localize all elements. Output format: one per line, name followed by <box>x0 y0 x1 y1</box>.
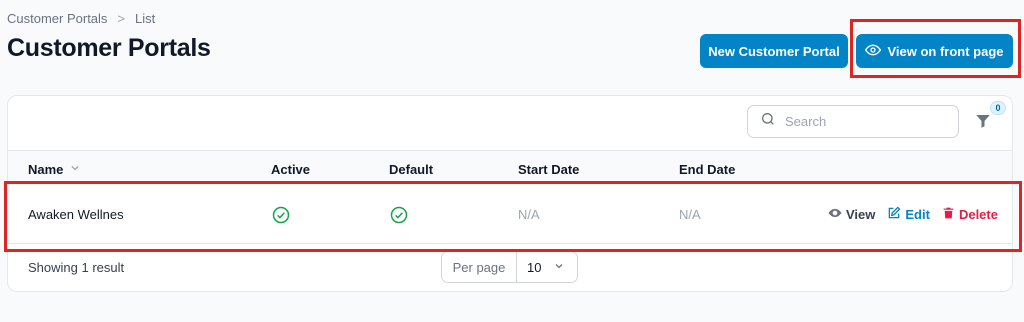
breadcrumb-item-customer-portals[interactable]: Customer Portals <box>7 11 107 26</box>
table-header: Name Active Default Start Date End Date <box>8 150 1012 184</box>
highlight-box-front-page-button <box>850 19 1021 78</box>
chevron-down-icon <box>553 260 565 275</box>
column-header-start-date: Start Date <box>518 162 580 177</box>
search-input[interactable] <box>785 114 935 129</box>
column-header-name-label: Name <box>28 162 64 177</box>
page-title: Customer Portals <box>7 34 211 62</box>
new-customer-portal-button[interactable]: New Customer Portal <box>700 34 848 68</box>
filter-count-badge: 0 <box>990 101 1006 115</box>
search-box[interactable] <box>747 105 959 138</box>
per-page-select[interactable]: Per page 10 <box>441 251 578 283</box>
column-header-active: Active <box>271 162 311 177</box>
per-page-label: Per page <box>442 252 517 282</box>
results-summary: Showing 1 result <box>28 260 125 275</box>
per-page-value-text: 10 <box>527 259 542 275</box>
search-icon <box>760 111 776 132</box>
per-page-value[interactable]: 10 <box>517 260 577 275</box>
column-header-default: Default <box>389 162 434 177</box>
new-customer-portal-label: New Customer Portal <box>708 43 840 59</box>
chevron-right-icon: > <box>117 11 126 26</box>
filter-icon[interactable] <box>974 111 996 133</box>
column-header-end-date: End Date <box>679 162 736 177</box>
highlight-box-table-row <box>4 181 1022 252</box>
breadcrumb-item-list: List <box>135 11 156 26</box>
column-header-name[interactable]: Name <box>28 162 81 177</box>
chevron-down-icon <box>69 162 81 177</box>
breadcrumb: Customer Portals > List <box>7 11 155 26</box>
